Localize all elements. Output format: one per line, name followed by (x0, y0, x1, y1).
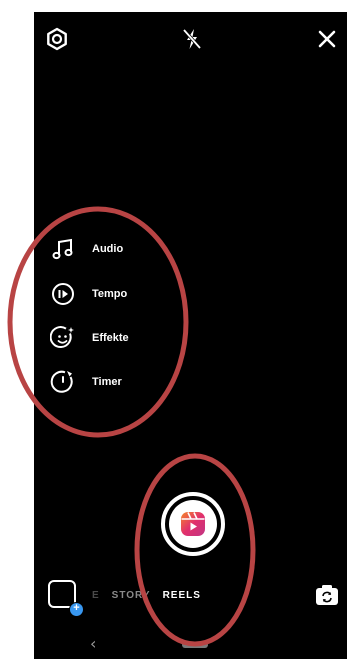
music-note-icon (52, 238, 73, 260)
tool-tempo[interactable]: Tempo (50, 279, 127, 309)
nav-home-pill[interactable] (182, 642, 208, 648)
reels-icon (181, 512, 205, 536)
flip-camera-icon[interactable] (315, 584, 339, 606)
camera-screen: Audio Tempo Effekte Timer + E STORY REEL… (34, 12, 347, 659)
mode-selector: E STORY REELS (92, 590, 201, 601)
tool-timer[interactable]: Timer (50, 367, 122, 397)
effects-smiley-icon (50, 326, 74, 348)
timer-icon (50, 370, 73, 393)
speed-icon (52, 283, 74, 305)
record-button[interactable] (161, 492, 225, 556)
gallery-plus-badge: + (69, 602, 84, 617)
tool-effects[interactable]: Effekte (50, 323, 129, 353)
tool-audio[interactable]: Audio (50, 234, 123, 264)
tool-effects-label: Effekte (92, 332, 129, 344)
tool-timer-label: Timer (92, 376, 122, 388)
mode-story[interactable]: STORY (112, 590, 151, 601)
tool-audio-label: Audio (92, 243, 124, 255)
nav-back-button[interactable]: ‹ (90, 634, 96, 653)
record-button-inner (169, 500, 217, 548)
tool-tempo-label: Tempo (92, 288, 128, 300)
gear-icon[interactable] (44, 26, 70, 52)
mode-previous[interactable]: E (92, 590, 100, 601)
mode-reels[interactable]: REELS (163, 590, 201, 601)
flash-off-icon[interactable] (179, 26, 205, 52)
close-icon[interactable] (314, 26, 340, 52)
